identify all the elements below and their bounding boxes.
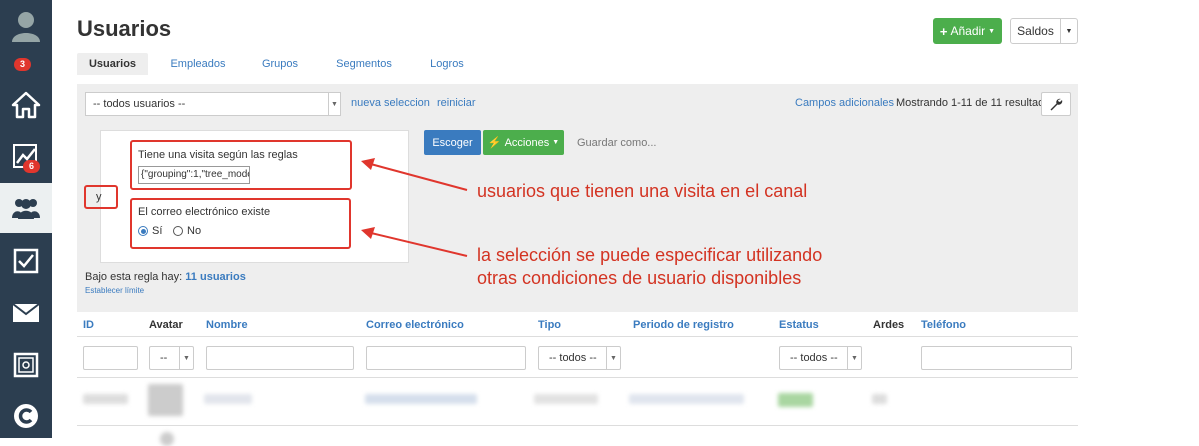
filter-divider	[77, 377, 1078, 378]
annotation-arrows	[361, 158, 468, 257]
status-filter-value: -- todos --	[790, 352, 838, 364]
balances-button[interactable]: Saldos	[1010, 18, 1061, 44]
status-filter-select[interactable]: -- todos -- ▼	[779, 346, 862, 370]
save-as-link[interactable]: Guardar como...	[577, 137, 656, 149]
annotation-visit-channel: usuarios que tienen una visita en el can…	[477, 181, 808, 201]
sidebar-item-app[interactable]	[0, 394, 52, 438]
avatar	[160, 432, 174, 446]
sidebar-item-home[interactable]	[0, 82, 52, 128]
column-header-phone[interactable]: Teléfono	[921, 319, 966, 331]
tab-bar: Usuarios Empleados Grupos Segmentos Logr…	[77, 53, 478, 75]
add-button[interactable]: + Añadir ▼	[933, 18, 1002, 44]
tab-users[interactable]: Usuarios	[77, 53, 148, 75]
id-filter-input[interactable]	[83, 346, 138, 370]
logo-icon	[14, 404, 38, 428]
type-filter-value: -- todos --	[549, 352, 597, 364]
actions-button-label: Acciones	[504, 136, 550, 149]
option-yes[interactable]: Sí	[138, 225, 162, 237]
header-divider	[77, 336, 1078, 337]
option-yes-label: Sí	[152, 225, 163, 237]
notification-badge: 6	[23, 160, 41, 173]
column-header-name[interactable]: Nombre	[206, 319, 248, 331]
avatar-filter-select[interactable]: -- ▼	[149, 346, 194, 370]
column-header-type[interactable]: Tipo	[538, 319, 561, 331]
chevron-down-icon: ▼	[1065, 27, 1073, 35]
annotation-conditions-line-2: otras condiciones de usuario disponibles	[477, 268, 802, 288]
rule-result: Bajo esta regla hay: 11 usuarios	[85, 271, 246, 283]
bolt-icon: ⚡	[487, 137, 502, 149]
column-header-registration[interactable]: Periodo de registro	[633, 319, 734, 331]
sidebar-item-users[interactable]	[0, 183, 52, 233]
table-row[interactable]	[77, 382, 1078, 422]
redacted-cell	[534, 394, 598, 404]
type-filter-select[interactable]: -- todos -- ▼	[538, 346, 621, 370]
wrench-icon	[1050, 98, 1063, 111]
chevron-down-icon: ▼	[328, 93, 340, 115]
email-filter-input[interactable]	[366, 346, 526, 370]
tab-employees[interactable]: Empleados	[148, 53, 248, 75]
rule-2-title: El correo electrónico existe	[138, 206, 271, 218]
name-filter-input[interactable]	[206, 346, 354, 370]
redacted-cell	[83, 394, 128, 404]
option-no-label: No	[187, 225, 202, 237]
plus-icon: +	[939, 23, 948, 39]
redacted-cell	[872, 394, 887, 404]
chevron-down-icon: ▼	[988, 27, 996, 35]
redacted-cell	[204, 394, 252, 404]
radio-unchecked-icon	[173, 226, 183, 236]
radio-checked-icon	[138, 226, 148, 236]
chevron-down-icon: ▼	[552, 139, 560, 146]
status-badge	[778, 393, 813, 407]
column-header-email[interactable]: Correo electrónico	[366, 319, 464, 331]
checkbox-icon	[13, 248, 39, 274]
phone-filter-input[interactable]	[921, 346, 1072, 370]
safe-icon	[13, 352, 39, 378]
settings-button[interactable]	[1041, 92, 1071, 116]
home-icon	[11, 91, 41, 119]
conjunction-label: y	[96, 191, 102, 203]
sidebar-item-safe[interactable]	[0, 342, 52, 388]
column-header-status[interactable]: Estatus	[779, 319, 819, 331]
chevron-down-icon: ▼	[179, 347, 193, 369]
tab-achievements[interactable]: Logros	[416, 53, 478, 75]
balances-dropdown-toggle[interactable]: ▼	[1060, 18, 1078, 44]
new-selection-link[interactable]: nueva seleccion	[351, 97, 430, 109]
option-no[interactable]: No	[173, 225, 201, 237]
redacted-cell	[629, 394, 744, 404]
annotation-conditions-line-1: la selección se puede especificar utiliz…	[477, 245, 823, 265]
add-button-label: Añadir	[950, 24, 986, 38]
rule-1-title: Tiene una visita según las reglas	[138, 149, 298, 161]
users-icon	[12, 199, 40, 219]
rule-result-count[interactable]: 11 usuarios	[185, 271, 246, 283]
row-divider	[77, 425, 1078, 426]
user-selection-dropdown[interactable]: -- todos usuarios -- ▼	[85, 92, 341, 116]
set-limit-link[interactable]: Establecer límite	[85, 286, 144, 295]
notification-badge: 3	[14, 58, 32, 71]
user-selection-value: -- todos usuarios --	[93, 98, 186, 110]
redacted-cell	[365, 394, 477, 404]
mail-icon	[12, 303, 40, 322]
sidebar-item-mail[interactable]	[0, 290, 52, 336]
chevron-down-icon: ▼	[606, 347, 620, 369]
sidebar-item-profile[interactable]	[0, 0, 52, 52]
results-count: Mostrando 1-11 de 11 resultados.	[896, 97, 1059, 109]
column-header-avatar: Avatar	[149, 319, 183, 331]
chevron-down-icon: ▼	[847, 347, 861, 369]
avatar	[148, 384, 183, 416]
tab-segments[interactable]: Segmentos	[312, 53, 416, 75]
column-header-id[interactable]: ID	[83, 319, 94, 331]
page-title: Usuarios	[77, 16, 172, 41]
avatar-filter-value: --	[160, 352, 168, 364]
actions-button[interactable]: ⚡ Acciones ▼	[483, 130, 564, 155]
sidebar: 3 6	[0, 0, 52, 438]
avatar-icon	[12, 12, 40, 42]
rule-result-prefix: Bajo esta regla hay:	[85, 271, 183, 283]
tab-groups[interactable]: Grupos	[248, 53, 312, 75]
extra-fields-link[interactable]: Campos adicionales	[795, 97, 894, 109]
reset-link[interactable]: reiniciar	[437, 97, 476, 109]
rule-1-value-field[interactable]: {"grouping":1,"tree_mode	[138, 166, 250, 184]
column-header-ardes: Ardes	[873, 319, 905, 331]
sidebar-item-tasks[interactable]	[0, 238, 52, 284]
